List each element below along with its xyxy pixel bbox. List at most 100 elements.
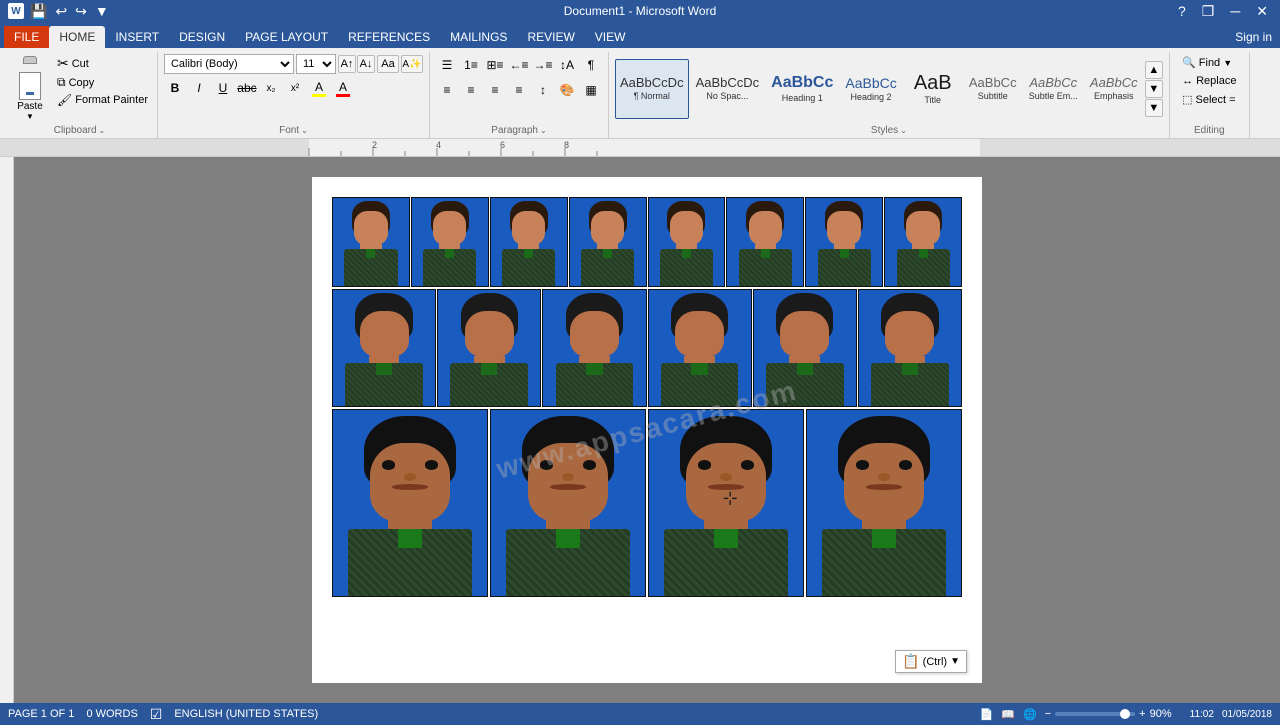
font-size-decrease[interactable]: A↓	[357, 55, 375, 73]
copy-button[interactable]: ⧉ Copy	[54, 74, 151, 91]
ribbon-content: Paste ▼ ✂ Cut ⧉ Copy 🖌 Format Painter Cl	[0, 48, 1280, 139]
tab-home[interactable]: HOME	[49, 26, 105, 48]
font-size-increase[interactable]: A↑	[338, 55, 356, 73]
paragraph-label: Paragraph ⌄	[436, 123, 602, 136]
text-highlight-button[interactable]: A	[308, 77, 330, 99]
paragraph-expand[interactable]: ⌄	[540, 126, 547, 135]
close-button[interactable]: ✕	[1252, 3, 1272, 20]
line-spacing[interactable]: ↕	[532, 79, 554, 101]
format-painter-button[interactable]: 🖌 Format Painter	[54, 92, 151, 108]
status-right: 📄 📖 🌐 − + 90% 11:02 01/05/2018	[980, 708, 1272, 721]
decrease-indent[interactable]: ←≡	[508, 54, 530, 76]
photo-1-6	[726, 197, 804, 287]
style-title[interactable]: AaB Title	[904, 59, 962, 119]
tab-mailings[interactable]: MAILINGS	[440, 26, 517, 48]
styles-expand[interactable]: ⌄	[900, 126, 907, 135]
help-button[interactable]: ?	[1174, 3, 1190, 19]
save-button[interactable]: 💾	[28, 3, 49, 20]
font-color-button[interactable]: A	[332, 77, 354, 99]
increase-indent[interactable]: →≡	[532, 54, 554, 76]
restore-button[interactable]: ❐	[1198, 3, 1219, 20]
sign-in[interactable]: Sign in	[1227, 26, 1280, 48]
find-button[interactable]: 🔍 Find ▼	[1178, 54, 1236, 71]
align-left[interactable]: ≡	[436, 79, 458, 101]
photo-1-3	[490, 197, 568, 287]
view-mode-reading[interactable]: 📖	[1001, 708, 1015, 721]
text-effects-button[interactable]: A✨	[401, 55, 423, 73]
clipboard-expand[interactable]: ⌄	[99, 126, 106, 135]
replace-button[interactable]: ↔ Replace	[1178, 73, 1240, 89]
styles-scroll-down[interactable]: ▼	[1145, 80, 1163, 98]
select-button[interactable]: ⬚ Select =	[1178, 91, 1239, 108]
font-size-select[interactable]: 11	[296, 54, 336, 74]
photo-1-2	[411, 197, 489, 287]
style-normal[interactable]: AaBbCcDc ¶ Normal	[615, 59, 689, 119]
style-emphasis[interactable]: AaBbCc Emphasis	[1085, 59, 1143, 119]
minimize-button[interactable]: ─	[1226, 3, 1244, 19]
shading-button[interactable]: 🎨	[556, 79, 578, 101]
bullets-button[interactable]: ☰	[436, 54, 458, 76]
show-marks[interactable]: ¶	[580, 54, 602, 76]
clipboard-group-content: Paste ▼ ✂ Cut ⧉ Copy 🖌 Format Painter	[8, 54, 151, 123]
view-mode-web[interactable]: 🌐	[1023, 708, 1037, 721]
styles-scroll-up[interactable]: ▲	[1145, 61, 1163, 79]
strikethrough-button[interactable]: abc	[236, 77, 258, 99]
zoom-in-button[interactable]: +	[1139, 708, 1145, 720]
tab-review[interactable]: REVIEW	[517, 26, 584, 48]
style-subtitle[interactable]: AaBbCc Subtitle	[964, 59, 1022, 119]
paste-popup-arrow[interactable]: ▼	[950, 656, 960, 667]
zoom-slider[interactable]	[1055, 712, 1135, 716]
font-group: Calibri (Body) 11 A↑ A↓ Aa A✨ B I U abc …	[158, 52, 430, 138]
photo-2-5	[753, 289, 857, 407]
tab-page-layout[interactable]: PAGE LAYOUT	[235, 26, 338, 48]
view-mode-print[interactable]: 📄	[980, 708, 994, 721]
tab-design[interactable]: DESIGN	[169, 26, 235, 48]
document-area[interactable]: www.appsacara.com	[14, 157, 1280, 703]
superscript-button[interactable]: x²	[284, 77, 306, 99]
subscript-button[interactable]: x₂	[260, 77, 282, 99]
align-justify[interactable]: ≡	[508, 79, 530, 101]
font-expand[interactable]: ⌄	[301, 126, 308, 135]
photo-2-6	[858, 289, 962, 407]
photo-1-8	[884, 197, 962, 287]
bold-button[interactable]: B	[164, 77, 186, 99]
clear-formatting-button[interactable]: Aa	[377, 55, 399, 73]
language-info[interactable]: ENGLISH (UNITED STATES)	[174, 708, 318, 720]
underline-button[interactable]: U	[212, 77, 234, 99]
font-family-select[interactable]: Calibri (Body)	[164, 54, 294, 74]
styles-scroll: ▲ ▼ ▼	[1145, 61, 1163, 117]
paste-popup[interactable]: 📋 (Ctrl) ▼	[895, 650, 967, 673]
style-subtle-em[interactable]: AaBbCc Subtle Em...	[1024, 59, 1083, 119]
sort-button[interactable]: ↕A	[556, 54, 578, 76]
style-heading2[interactable]: AaBbCc Heading 2	[840, 59, 901, 119]
photo-2-4	[648, 289, 752, 407]
photo-row-3: ⊹	[332, 409, 962, 597]
undo-button[interactable]: ↩	[53, 3, 69, 20]
tab-references[interactable]: REFERENCES	[338, 26, 440, 48]
italic-button[interactable]: I	[188, 77, 210, 99]
style-heading1[interactable]: AaBbCc Heading 1	[766, 59, 838, 119]
tab-view[interactable]: VIEW	[585, 26, 636, 48]
customize-button[interactable]: ▼	[93, 3, 111, 19]
paste-button[interactable]: Paste ▼	[8, 54, 52, 123]
tab-insert[interactable]: INSERT	[105, 26, 169, 48]
photo-2-1	[332, 289, 436, 407]
cut-button[interactable]: ✂ Cut	[54, 54, 151, 73]
redo-button[interactable]: ↪	[73, 3, 89, 20]
left-margin	[0, 157, 14, 703]
clipboard-label: Clipboard ⌄	[8, 123, 151, 136]
borders-button[interactable]: ▦	[580, 79, 602, 101]
style-no-spacing[interactable]: AaBbCcDc No Spac...	[691, 59, 765, 119]
font-format-row: B I U abc x₂ x² A A	[164, 77, 354, 99]
numbering-button[interactable]: 1≡	[460, 54, 482, 76]
photo-2-3	[542, 289, 646, 407]
styles-more[interactable]: ▼	[1145, 99, 1163, 117]
tab-file[interactable]: FILE	[4, 26, 49, 48]
align-center[interactable]: ≡	[460, 79, 482, 101]
align-right[interactable]: ≡	[484, 79, 506, 101]
status-bar: PAGE 1 OF 1 0 WORDS ☑ ENGLISH (UNITED ST…	[0, 703, 1280, 725]
para-row-1: ☰ 1≡ ⊞≡ ←≡ →≡ ↕A ¶	[436, 54, 602, 76]
multilevel-button[interactable]: ⊞≡	[484, 54, 506, 76]
photo-3-2	[490, 409, 646, 597]
zoom-out-button[interactable]: −	[1045, 708, 1051, 720]
